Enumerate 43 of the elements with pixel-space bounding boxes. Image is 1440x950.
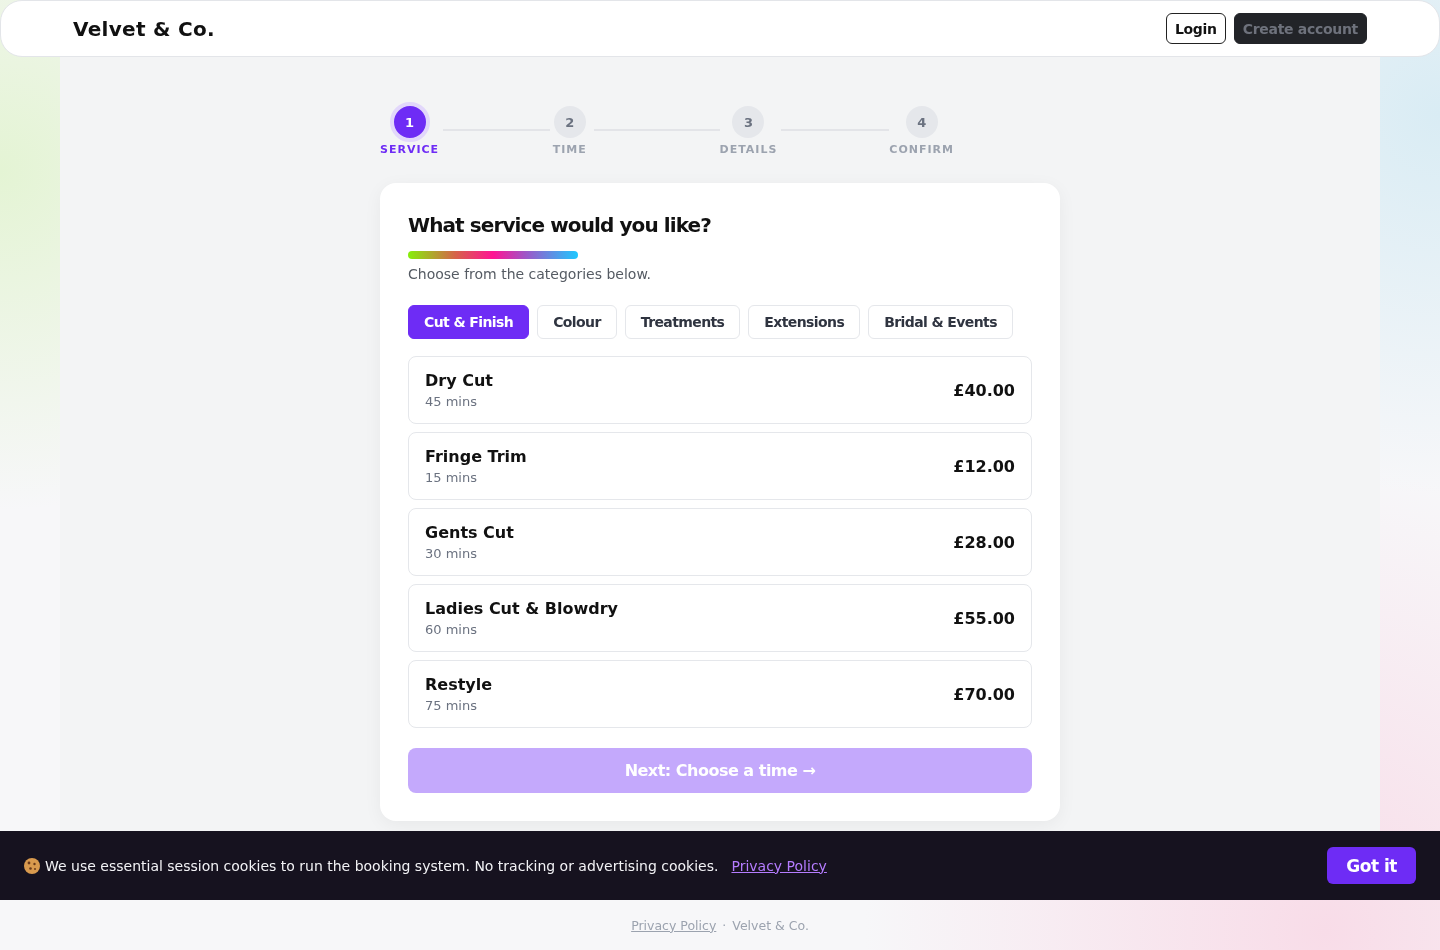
service-name: Dry Cut [425,370,493,391]
service-price: £28.00 [953,532,1015,552]
card-title: What service would you like? [408,212,712,239]
got-it-button[interactable]: Got it [1327,847,1416,884]
privacy-policy-link[interactable]: Privacy Policy [731,857,827,874]
service-duration: 45 mins [425,392,478,410]
cookie-notice-text: We use essential session cookies to run the booking system. No tracking or advertising cookies. [45,857,719,874]
service-duration: 75 mins [425,696,478,714]
step-number: 1 [389,102,430,142]
service-duration: 30 mins [425,544,478,562]
brand-logo[interactable]: Velvet & Co. [73,16,215,41]
service-duration: 60 mins [425,620,478,638]
cookie-icon [24,857,40,874]
login-button[interactable]: Login [1165,13,1226,44]
service-price: £70.00 [953,684,1015,704]
service-price: £12.00 [953,456,1015,476]
category-tab[interactable]: Colour [537,305,617,339]
step-number: 4 [905,106,938,138]
service-option[interactable]: Ladies Cut & Blowdry 60 mins £55.00 [408,584,1032,652]
category-tab[interactable]: Bridal & Events [868,305,1013,339]
service-name: Gents Cut [425,522,514,543]
service-name: Ladies Cut & Blowdry [425,598,618,619]
step-label: CONFIRM [889,143,954,157]
service-option[interactable]: Fringe Trim 15 mins £12.00 [408,432,1032,500]
service-option[interactable]: Restyle 75 mins £70.00 [408,660,1032,728]
step-number: 2 [553,106,586,138]
step-label: SERVICE [380,143,440,157]
step-label: TIME [552,143,587,157]
service-option[interactable]: Gents Cut 30 mins £28.00 [408,508,1032,576]
service-duration: 15 mins [425,468,478,486]
card-subtitle: Choose from the categories below. [408,265,652,284]
category-tab[interactable]: Extensions [748,305,861,339]
service-price: £40.00 [953,380,1015,400]
service-name: Restyle [425,674,493,695]
footer-brand: Velvet & Co. [732,917,809,933]
service-name: Fringe Trim [425,446,527,467]
service-option[interactable]: Dry Cut 45 mins £40.00 [408,356,1032,424]
category-tab[interactable]: Treatments [624,305,741,339]
category-tab[interactable]: Cut & Finish [408,305,530,339]
step-label: DETAILS [719,143,778,157]
step-number: 3 [732,106,765,138]
separator-dot: · [722,917,727,933]
service-price: £55.00 [953,608,1015,628]
